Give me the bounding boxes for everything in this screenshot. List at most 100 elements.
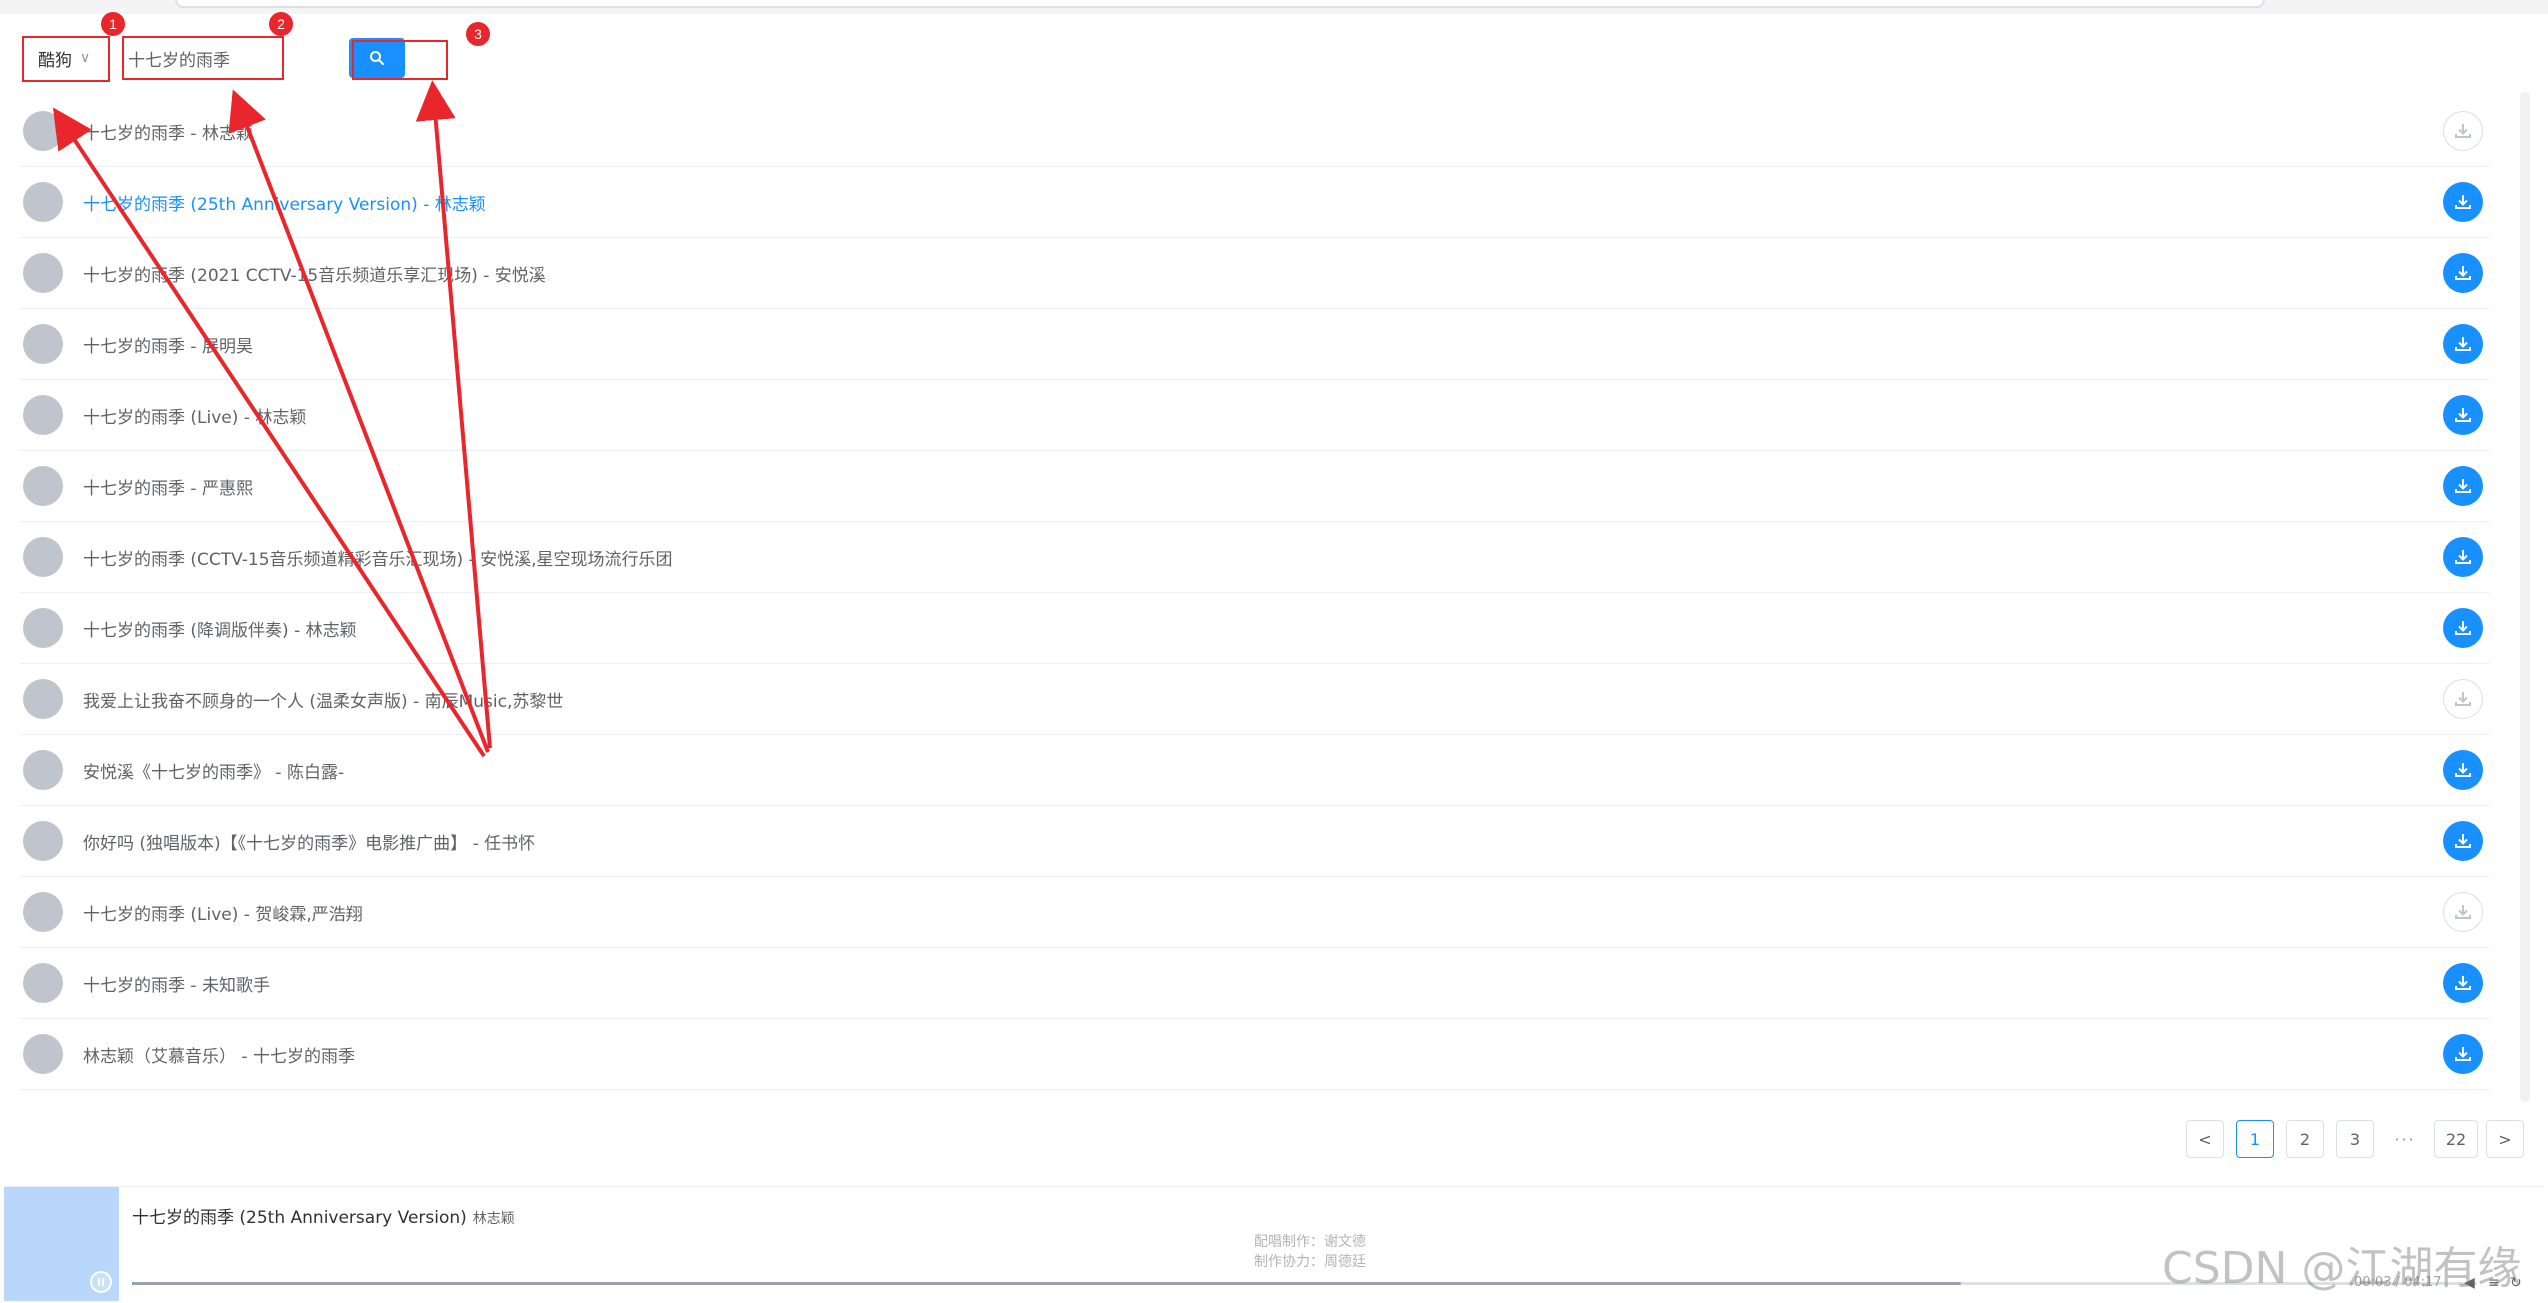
page-button-2[interactable]: 2	[2286, 1120, 2324, 1158]
download-icon	[2455, 834, 2471, 848]
song-title[interactable]: 十七岁的雨季 (Live) - 贺峻霖,严浩翔	[83, 900, 363, 925]
results-list: 十七岁的雨季 - 林志颖十七岁的雨季 (25th Anniversary Ver…	[20, 96, 2490, 1090]
song-cover	[23, 608, 63, 648]
pause-icon	[98, 1278, 104, 1286]
download-button[interactable]	[2443, 253, 2483, 293]
page-button-3[interactable]: 3	[2336, 1120, 2374, 1158]
download-button[interactable]	[2443, 963, 2483, 1003]
chevron-down-icon: ∨	[80, 50, 91, 66]
download-icon	[2455, 550, 2471, 564]
buffer-track	[132, 1282, 1962, 1285]
song-cover	[23, 821, 63, 861]
download-button[interactable]	[2443, 324, 2483, 364]
browser-top-strip	[0, 0, 2548, 14]
list-item[interactable]: 安悦溪《十七岁的雨季》 - 陈白露-	[20, 735, 2490, 806]
song-title[interactable]: 林志颖（艾慕音乐） - 十七岁的雨季	[83, 1042, 355, 1067]
song-title[interactable]: 十七岁的雨季 (降调版伴奏) - 林志颖	[83, 616, 357, 641]
download-button[interactable]	[2443, 892, 2483, 932]
lyric-line: 制作协力：周德廷	[1254, 1254, 1366, 1270]
page-button-1[interactable]: 1	[2236, 1120, 2274, 1158]
list-item[interactable]: 你好吗 (独唱版本)【《十七岁的雨季》电影推广曲】 - 任书怀	[20, 806, 2490, 877]
song-title[interactable]: 十七岁的雨季 (Live) - 林志颖	[83, 403, 306, 428]
pause-button[interactable]	[90, 1271, 112, 1293]
download-icon	[2455, 479, 2471, 493]
song-cover	[23, 395, 63, 435]
song-cover	[23, 111, 63, 151]
now-playing-title: 十七岁的雨季 (25th Anniversary Version)	[132, 1208, 467, 1228]
download-icon	[2455, 692, 2471, 706]
list-item[interactable]: 十七岁的雨季 - 展明昊	[20, 309, 2490, 380]
list-item[interactable]: 十七岁的雨季 (Live) - 贺峻霖,严浩翔	[20, 877, 2490, 948]
download-icon	[2455, 195, 2471, 209]
download-button[interactable]	[2443, 1034, 2483, 1074]
song-cover	[23, 324, 63, 364]
annotation-badge-2: 2	[269, 12, 293, 36]
song-title[interactable]: 我爱上让我奋不顾身的一个人 (温柔女声版) - 南辰Music,苏黎世	[83, 687, 563, 712]
progress-bar[interactable]	[132, 1282, 2477, 1285]
address-bar[interactable]	[175, 0, 2265, 8]
list-item[interactable]: 十七岁的雨季 (降调版伴奏) - 林志颖	[20, 593, 2490, 664]
song-title[interactable]: 十七岁的雨季 - 林志颖	[83, 119, 253, 144]
next-page-button[interactable]: >	[2486, 1120, 2524, 1158]
now-playing-artist: 林志颖	[472, 1211, 515, 1227]
song-title[interactable]: 十七岁的雨季 - 展明昊	[83, 332, 253, 357]
platform-label: 酷狗	[38, 50, 72, 71]
list-item[interactable]: 十七岁的雨季 (25th Anniversary Version) - 林志颖	[20, 167, 2490, 238]
song-cover	[23, 253, 63, 293]
more-pages-button[interactable]: ···	[2386, 1120, 2424, 1158]
song-cover	[23, 679, 63, 719]
search-button[interactable]	[349, 38, 405, 78]
song-title[interactable]: 十七岁的雨季 (25th Anniversary Version) - 林志颖	[83, 190, 486, 215]
song-cover	[23, 466, 63, 506]
list-item[interactable]: 十七岁的雨季 (CCTV-15音乐频道精彩音乐汇现场) - 安悦溪,星空现场流行…	[20, 522, 2490, 593]
download-icon	[2455, 763, 2471, 777]
page-button-22[interactable]: 22	[2434, 1120, 2478, 1158]
download-button[interactable]	[2443, 821, 2483, 861]
download-button[interactable]	[2443, 111, 2483, 151]
scrollbar[interactable]	[2520, 92, 2530, 1102]
download-icon	[2455, 124, 2471, 138]
download-icon	[2455, 1047, 2471, 1061]
download-icon	[2455, 621, 2471, 635]
download-button[interactable]	[2443, 182, 2483, 222]
song-cover	[23, 182, 63, 222]
list-item[interactable]: 十七岁的雨季 - 林志颖	[20, 96, 2490, 167]
song-title[interactable]: 安悦溪《十七岁的雨季》 - 陈白露-	[83, 758, 344, 783]
watermark: CSDN @江湖有缘	[2162, 1243, 2522, 1294]
lyric-line: 配唱制作：谢文德	[1254, 1234, 1366, 1250]
song-title[interactable]: 十七岁的雨季 - 严惠熙	[83, 474, 253, 499]
list-item[interactable]: 十七岁的雨季 (Live) - 林志颖	[20, 380, 2490, 451]
list-item[interactable]: 十七岁的雨季 (2021 CCTV-15音乐频道乐享汇现场) - 安悦溪	[20, 238, 2490, 309]
download-button[interactable]	[2443, 608, 2483, 648]
download-icon	[2455, 337, 2471, 351]
download-button[interactable]	[2443, 750, 2483, 790]
download-icon	[2455, 905, 2471, 919]
song-title[interactable]: 你好吗 (独唱版本)【《十七岁的雨季》电影推广曲】 - 任书怀	[83, 829, 535, 854]
annotation-badge-1: 1	[101, 12, 125, 36]
song-cover	[23, 750, 63, 790]
download-icon	[2455, 266, 2471, 280]
download-button[interactable]	[2443, 395, 2483, 435]
download-button[interactable]	[2443, 537, 2483, 577]
list-item[interactable]: 林志颖（艾慕音乐） - 十七岁的雨季	[20, 1019, 2490, 1090]
list-item[interactable]: 十七岁的雨季 - 严惠熙	[20, 451, 2490, 522]
song-title[interactable]: 十七岁的雨季 - 未知歌手	[83, 971, 270, 996]
search-input[interactable]	[122, 38, 348, 78]
list-item[interactable]: 我爱上让我奋不顾身的一个人 (温柔女声版) - 南辰Music,苏黎世	[20, 664, 2490, 735]
download-button[interactable]	[2443, 466, 2483, 506]
now-playing: 十七岁的雨季 (25th Anniversary Version) 林志颖	[132, 1203, 515, 1228]
list-item[interactable]: 十七岁的雨季 - 未知歌手	[20, 948, 2490, 1019]
prev-page-button[interactable]: <	[2186, 1120, 2224, 1158]
song-title[interactable]: 十七岁的雨季 (CCTV-15音乐频道精彩音乐汇现场) - 安悦溪,星空现场流行…	[83, 545, 673, 570]
download-icon	[2455, 976, 2471, 990]
download-icon	[2455, 408, 2471, 422]
song-cover	[23, 1034, 63, 1074]
song-cover	[23, 537, 63, 577]
search-icon	[370, 51, 384, 65]
platform-select[interactable]: 酷狗 ∨	[22, 38, 108, 78]
song-title[interactable]: 十七岁的雨季 (2021 CCTV-15音乐频道乐享汇现场) - 安悦溪	[83, 261, 546, 286]
annotation-badge-3: 3	[466, 22, 490, 46]
song-cover	[23, 963, 63, 1003]
song-cover	[23, 892, 63, 932]
download-button[interactable]	[2443, 679, 2483, 719]
